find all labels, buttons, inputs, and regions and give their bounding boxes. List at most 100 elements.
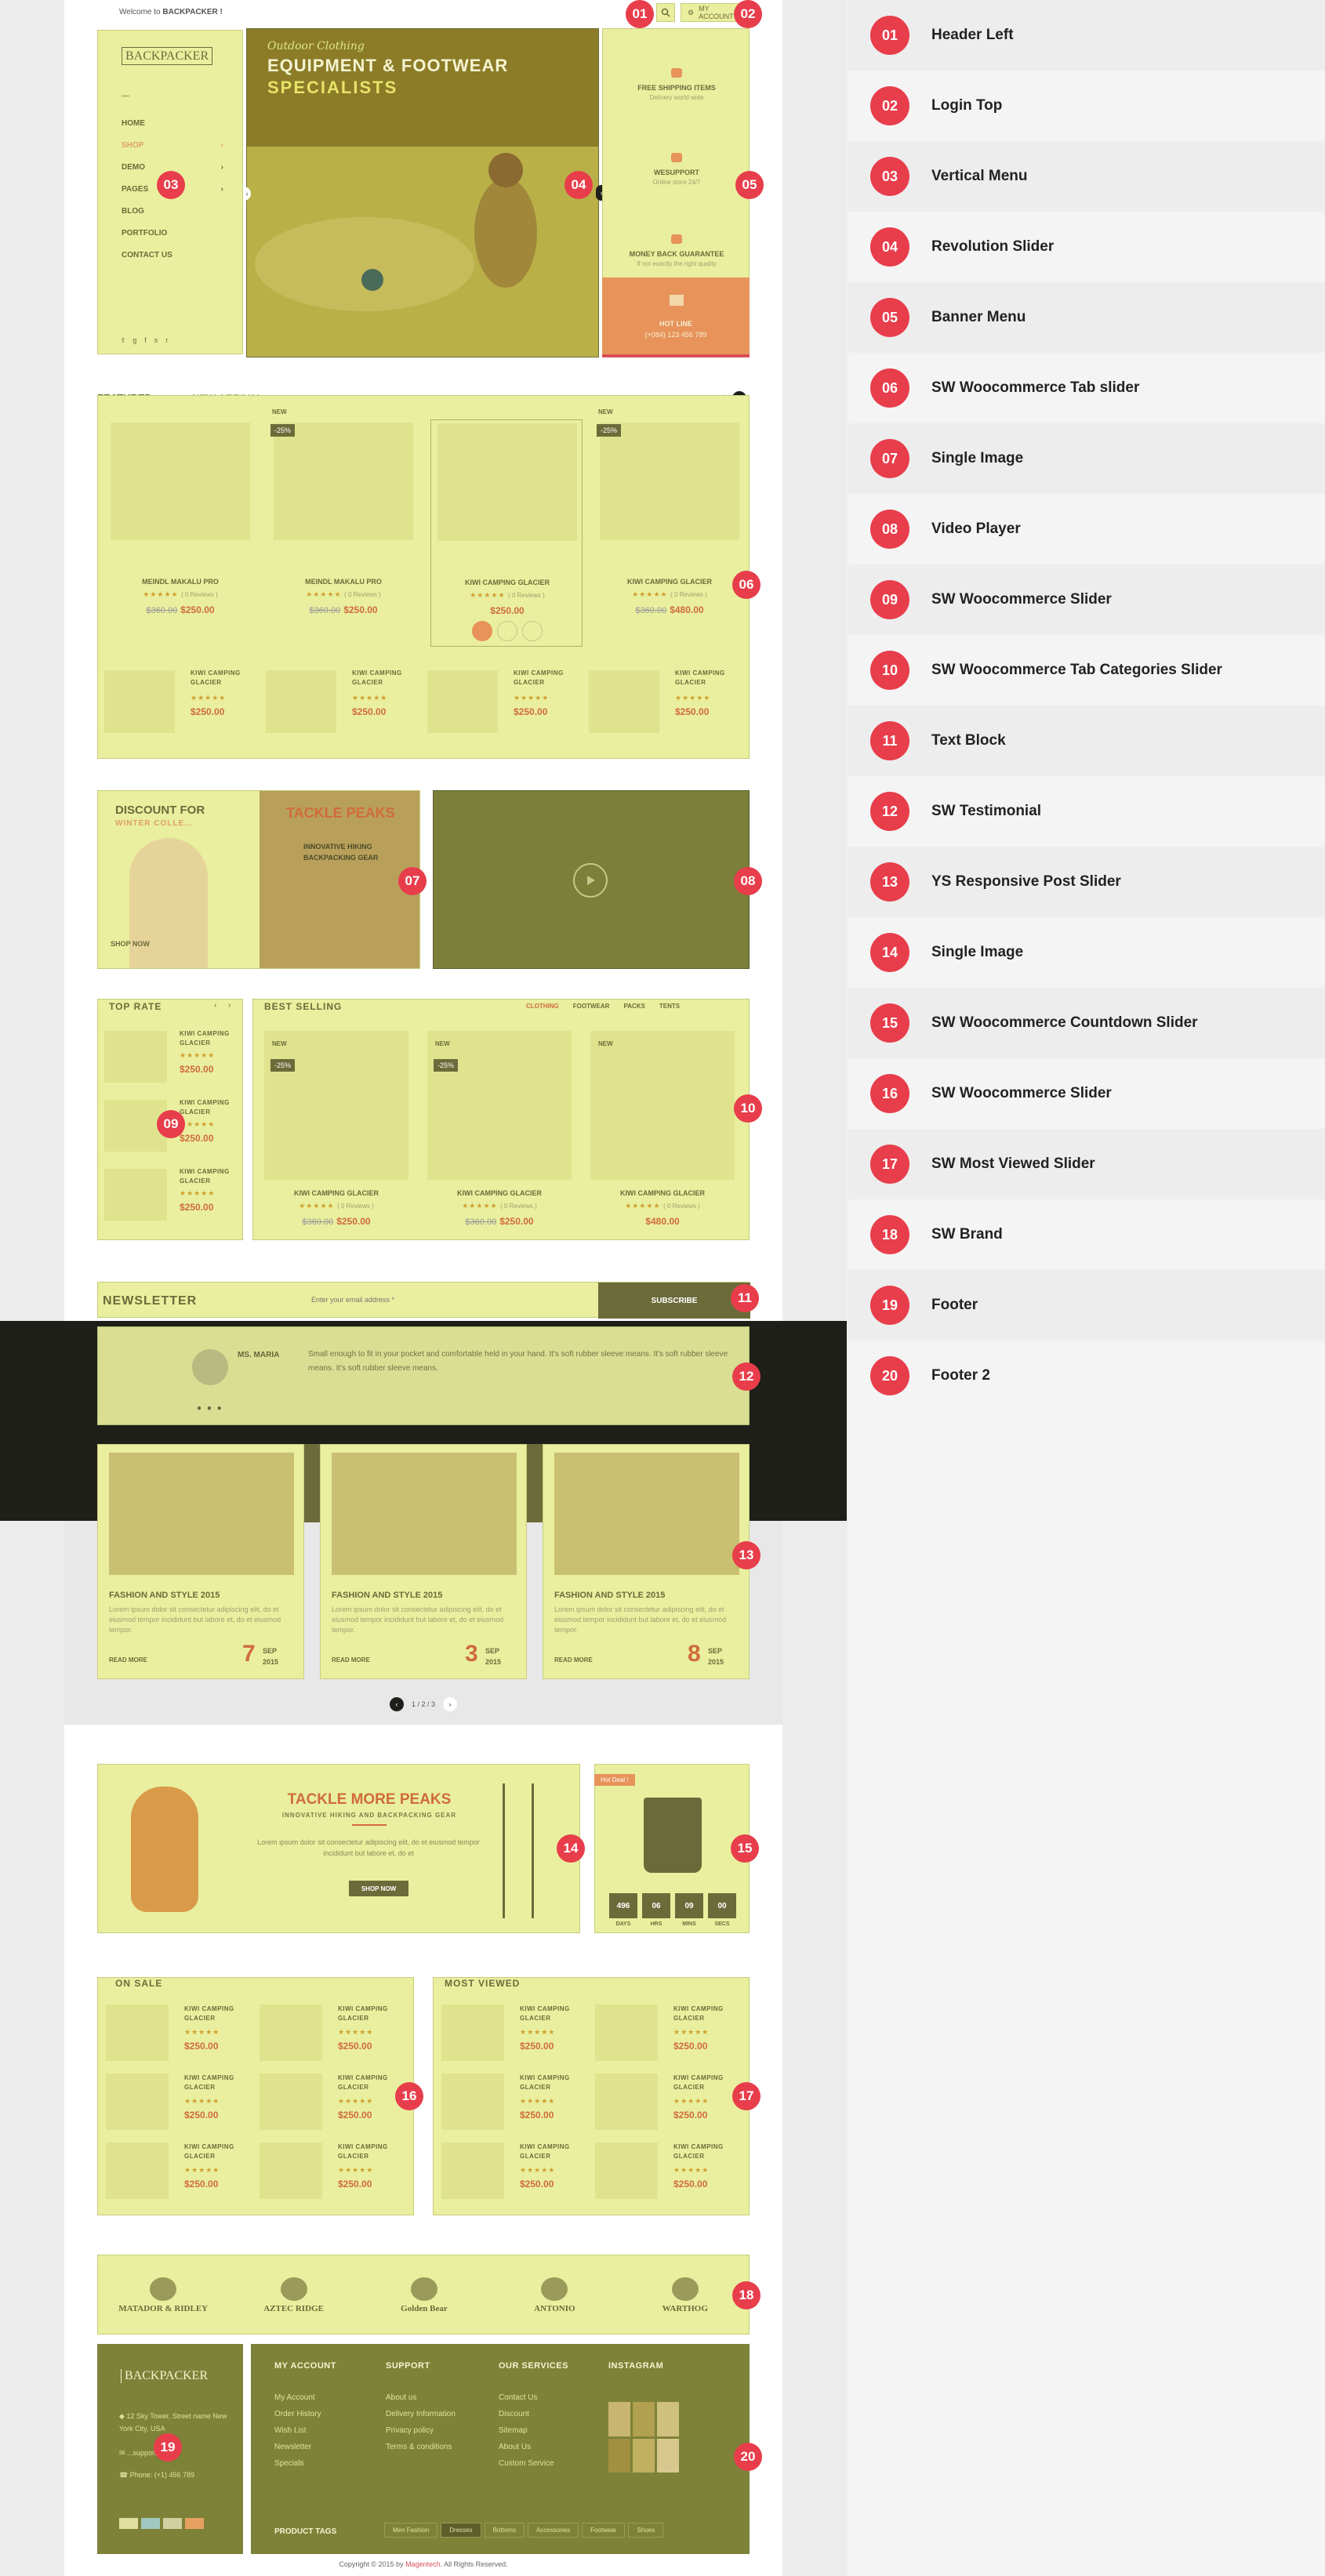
footer-link[interactable]: About us <box>386 2389 488 2406</box>
post-card[interactable]: FASHION AND STYLE 2015 Lorem ipsum dolor … <box>543 1444 750 1679</box>
brand-logo[interactable]: WARTHOG <box>638 2268 732 2323</box>
testimonial-dots[interactable]: ● ● ● <box>197 1404 223 1413</box>
post-card[interactable]: FASHION AND STYLE 2015 Lorem ipsum dolor … <box>97 1444 304 1679</box>
cart-icon[interactable] <box>472 621 492 641</box>
tab-footwear[interactable]: FOOTWEAR <box>573 1003 610 1010</box>
product-card[interactable]: KIWI CAMPING GLACIER ★★★★★ ( 0 Reviews ) $… <box>430 419 583 647</box>
list-product[interactable]: KIWI CAMPING GLACIER ★★★★★ $250.00 <box>595 2001 744 2066</box>
facebook-icon[interactable]: f <box>144 336 154 344</box>
instagram-photo[interactable] <box>633 2402 655 2436</box>
footer-link[interactable]: Delivery Information <box>386 2406 488 2422</box>
tag-chip[interactable]: Dresses <box>441 2523 481 2538</box>
list-product[interactable]: KIWI CAMPING GLACIER ★★★★★ $250.00 <box>260 2139 408 2204</box>
brand-logo[interactable]: AZTEC RIDGE <box>247 2268 341 2323</box>
list-product[interactable]: KIWI CAMPING GLACIER ★★★★★ $250.00 <box>106 2001 255 2066</box>
list-product[interactable]: KIWI CAMPING GLACIER ★★★★★ $250.00 <box>106 2139 255 2204</box>
tag-chip[interactable]: Men Fashion <box>384 2523 438 2538</box>
top-rate-item[interactable]: KIWI CAMPING GLACIER ★★★★★ $250.00 <box>104 1026 238 1089</box>
footer-link[interactable]: Terms & conditions <box>386 2439 488 2455</box>
tab-clothing[interactable]: CLOTHING <box>526 1003 559 1010</box>
footer-link[interactable]: Sitemap <box>499 2422 601 2439</box>
footer-link[interactable]: Specials <box>274 2455 376 2472</box>
small-product[interactable]: KIWI CAMPING GLACIER ★★★★★ $250.00 <box>104 662 258 741</box>
shop-now-link[interactable]: SHOP NOW <box>111 940 150 948</box>
menu-item-blog[interactable]: BLOG <box>98 200 244 222</box>
list-product[interactable]: KIWI CAMPING GLACIER ★★★★★ $250.00 <box>106 2070 255 2135</box>
list-product[interactable]: KIWI CAMPING GLACIER ★★★★★ $250.00 <box>441 2139 590 2204</box>
video-player[interactable] <box>433 790 750 969</box>
rss-icon[interactable]: r <box>165 336 176 344</box>
footer-link[interactable]: Newsletter <box>274 2439 376 2455</box>
brand-logo[interactable]: MATADOR & RIDLEY <box>116 2268 210 2323</box>
brand-logo[interactable]: Golden Bear <box>377 2268 471 2323</box>
instagram-photo[interactable] <box>657 2402 679 2436</box>
menu-item-home[interactable]: HOME <box>98 112 244 134</box>
tackle-shop-now-button[interactable]: SHOP NOW <box>349 1881 408 1896</box>
single-image-tackle[interactable]: TACKLE MORE PEAKS INNOVATIVE HIKING AND … <box>97 1764 580 1933</box>
instagram-photo[interactable] <box>608 2402 630 2436</box>
pager-next[interactable]: › <box>443 1697 458 1711</box>
video-play-button[interactable] <box>573 863 608 898</box>
product-card[interactable]: NEW -25% KIWI CAMPING GLACIER ★★★★★ ( 0 Rev… <box>423 1031 576 1235</box>
site-logo[interactable]: BACKPACKER <box>122 47 213 70</box>
skype-icon[interactable]: s <box>154 336 166 344</box>
banner-item[interactable]: WESUPPORT Online store 24/7 <box>603 153 750 223</box>
top-rate-prev[interactable]: ‹ <box>214 1001 216 1010</box>
list-product[interactable]: KIWI CAMPING GLACIER ★★★★★ $250.00 <box>441 2001 590 2066</box>
newsletter-email-input[interactable] <box>249 1287 562 1312</box>
product-card[interactable]: NEW -25% MEINDL MAKALU PRO ★★★★★ ( 0 Review… <box>267 408 419 647</box>
footer-logo[interactable]: BACKPACKER <box>121 2369 208 2383</box>
read-more-link[interactable]: READ MORE <box>554 1656 593 1664</box>
google-icon[interactable]: g <box>132 336 144 344</box>
tag-chip[interactable]: Footwear <box>582 2523 626 2538</box>
tag-chip[interactable]: Accessories <box>527 2523 579 2538</box>
instagram-photo[interactable] <box>657 2438 679 2473</box>
subscribe-button[interactable]: SUBSCRIBE <box>598 1283 750 1319</box>
menu-item-contact-us[interactable]: CONTACT US <box>98 244 244 266</box>
instagram-photo[interactable] <box>633 2438 655 2473</box>
tab-tents[interactable]: TENTS <box>659 1003 680 1010</box>
search-button[interactable] <box>656 3 675 22</box>
list-product[interactable]: KIWI CAMPING GLACIER ★★★★★ $250.00 <box>260 2001 408 2066</box>
tab-packs[interactable]: PACKS <box>623 1003 644 1010</box>
single-image-promo[interactable]: DISCOUNT FOR WINTER COLLE... TACKLE PEAK… <box>97 790 420 969</box>
tag-chip[interactable]: Shoes <box>628 2523 664 2538</box>
small-product[interactable]: KIWI CAMPING GLACIER ★★★★★ $250.00 <box>266 662 419 741</box>
list-product[interactable]: KIWI CAMPING GLACIER ★★★★★ $250.00 <box>260 2070 408 2135</box>
menu-item-portfolio[interactable]: PORTFOLIO <box>98 222 244 244</box>
small-product[interactable]: KIWI CAMPING GLACIER ★★★★★ $250.00 <box>427 662 581 741</box>
menu-item-shop[interactable]: SHOP › <box>98 134 244 156</box>
menu-toggle-icon[interactable]: — <box>122 92 129 100</box>
list-product[interactable]: KIWI CAMPING GLACIER ★★★★★ $250.00 <box>595 2070 744 2135</box>
read-more-link[interactable]: READ MORE <box>109 1656 147 1664</box>
footer-link[interactable]: Contact Us <box>499 2389 601 2406</box>
top-rate-next[interactable]: › <box>228 1001 231 1010</box>
read-more-link[interactable]: READ MORE <box>332 1656 370 1664</box>
list-product[interactable]: KIWI CAMPING GLACIER ★★★★★ $250.00 <box>595 2139 744 2204</box>
brand-logo[interactable]: ANTONIO <box>507 2268 601 2323</box>
footer-link[interactable]: Privacy policy <box>386 2422 488 2439</box>
footer-link[interactable]: Discount <box>499 2406 601 2422</box>
product-card[interactable]: MEINDL MAKALU PRO ★★★★★ ( 0 Reviews ) $360… <box>104 419 256 647</box>
twitter-icon[interactable]: 𝕥 <box>122 336 132 344</box>
tag-chip[interactable]: Bottoms <box>484 2523 525 2538</box>
product-card[interactable]: NEW KIWI CAMPING GLACIER ★★★★★ ( 0 Reviews… <box>586 1031 739 1235</box>
footer-link[interactable]: My Account <box>274 2389 376 2406</box>
heart-icon[interactable] <box>497 621 517 641</box>
footer-link[interactable]: Wish List <box>274 2422 376 2439</box>
list-product[interactable]: KIWI CAMPING GLACIER ★★★★★ $250.00 <box>441 2070 590 2135</box>
hotline-box[interactable]: HOT LINE (+084) 123 456 789 <box>602 278 750 357</box>
instagram-photo[interactable] <box>608 2438 630 2473</box>
top-rate-item[interactable]: KIWI CAMPING GLACIER ★★★★★ $250.00 <box>104 1164 238 1227</box>
product-card[interactable]: NEW -25% KIWI CAMPING GLACIER ★★★★★ ( 0 Rev… <box>260 1031 413 1235</box>
copyright-brand[interactable]: Magentech <box>405 2560 441 2568</box>
banner-item[interactable]: FREE SHIPPING ITEMS Delivery world wide <box>603 68 750 139</box>
product-card[interactable]: NEW -25% KIWI CAMPING GLACIER ★★★★★ ( 0 Rev… <box>594 408 746 647</box>
compare-icon[interactable] <box>522 621 543 641</box>
footer-link[interactable]: Custom Service <box>499 2455 601 2472</box>
footer-link[interactable]: About Us <box>499 2439 601 2455</box>
small-product[interactable]: KIWI CAMPING GLACIER ★★★★★ $250.00 <box>589 662 742 741</box>
pager-prev[interactable]: ‹ <box>389 1697 404 1711</box>
footer-link[interactable]: Order History <box>274 2406 376 2422</box>
post-card[interactable]: FASHION AND STYLE 2015 Lorem ipsum dolor … <box>320 1444 527 1679</box>
